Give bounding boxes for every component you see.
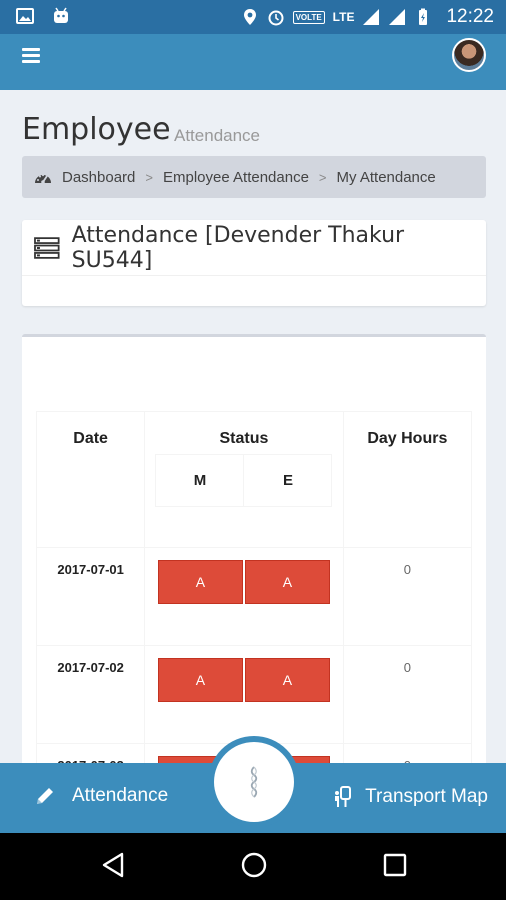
attendance-nav-label: Attendance: [72, 785, 169, 806]
recents-icon[interactable]: [382, 851, 408, 879]
breadcrumb-my-attendance: My Attendance: [336, 168, 436, 186]
location-icon: [243, 9, 256, 25]
morning-status-badge: A: [157, 658, 243, 702]
image-notification-icon: [16, 8, 34, 24]
breadcrumb-dashboard[interactable]: Dashboard: [62, 169, 135, 186]
status-bar: VOLTE LTE 12:22: [0, 0, 506, 34]
bus-stop-icon: [335, 786, 352, 807]
home-icon[interactable]: [240, 851, 268, 879]
table-row: 2017-07-01 A A 0: [35, 547, 473, 646]
attendance-nav-button[interactable]: Attendance: [34, 785, 168, 807]
app-header: [0, 34, 506, 90]
list-icon: [34, 236, 60, 259]
dashboard-icon: [35, 174, 51, 184]
attendance-info-box: Attendance [Devender Thakur SU544]: [22, 220, 486, 306]
user-avatar[interactable]: [452, 38, 486, 72]
back-icon[interactable]: [100, 851, 126, 879]
day-hours-header: Day Hours: [342, 411, 473, 548]
battery-charging-icon: [419, 8, 428, 25]
row-status: A A: [144, 547, 344, 646]
signal-icon: [363, 9, 380, 25]
morning-subheader: M: [155, 454, 245, 507]
table-header-row: Date Status M E Day Hours: [35, 411, 473, 548]
hamburger-icon[interactable]: [22, 48, 40, 64]
row-date: 2017-07-02: [35, 645, 146, 744]
status-header: Status M E: [144, 411, 344, 548]
breadcrumb-employee-attendance[interactable]: Employee Attendance: [163, 169, 309, 186]
transport-map-nav-label: Transport Map: [365, 786, 488, 807]
pencil-icon: [37, 788, 53, 804]
page-title: Employee: [22, 112, 171, 147]
row-hours: 0: [342, 547, 473, 646]
box-header: Attendance [Devender Thakur SU544]: [22, 220, 486, 276]
status-subheader: M E: [155, 454, 333, 507]
row-date: 2017-07-01: [35, 547, 146, 646]
fingerprint-fab-button[interactable]: [214, 742, 294, 822]
alarm-icon: [268, 10, 284, 26]
lte-indicator: LTE: [332, 10, 355, 24]
attendance-box-title: Attendance [Devender Thakur SU544]: [71, 222, 405, 273]
transport-map-nav-button[interactable]: Transport Map: [333, 785, 488, 809]
signal-2-icon: [389, 9, 406, 25]
evening-status-badge: A: [244, 658, 330, 702]
date-header: Date: [35, 411, 146, 548]
fingerprint-icon: [250, 766, 258, 798]
evening-status-badge: A: [244, 560, 330, 604]
breadcrumb-separator: >: [145, 169, 153, 185]
evening-subheader: E: [243, 454, 333, 507]
breadcrumb: Dashboard > Employee Attendance > My Att…: [22, 156, 486, 198]
android-notification-icon: [54, 7, 68, 23]
row-status: A A: [144, 645, 344, 744]
page-subtitle: Attendance: [174, 126, 261, 145]
volte-indicator: VOLTE: [292, 10, 325, 24]
row-hours: 0: [342, 645, 473, 744]
breadcrumb-separator: >: [318, 169, 327, 185]
table-row: 2017-07-02 A A 0: [35, 645, 473, 744]
status-header-label: Status: [219, 430, 269, 447]
system-navigation-bar: [0, 833, 506, 900]
morning-status-badge: A: [157, 560, 243, 604]
clock-time: 12:22: [446, 6, 494, 27]
